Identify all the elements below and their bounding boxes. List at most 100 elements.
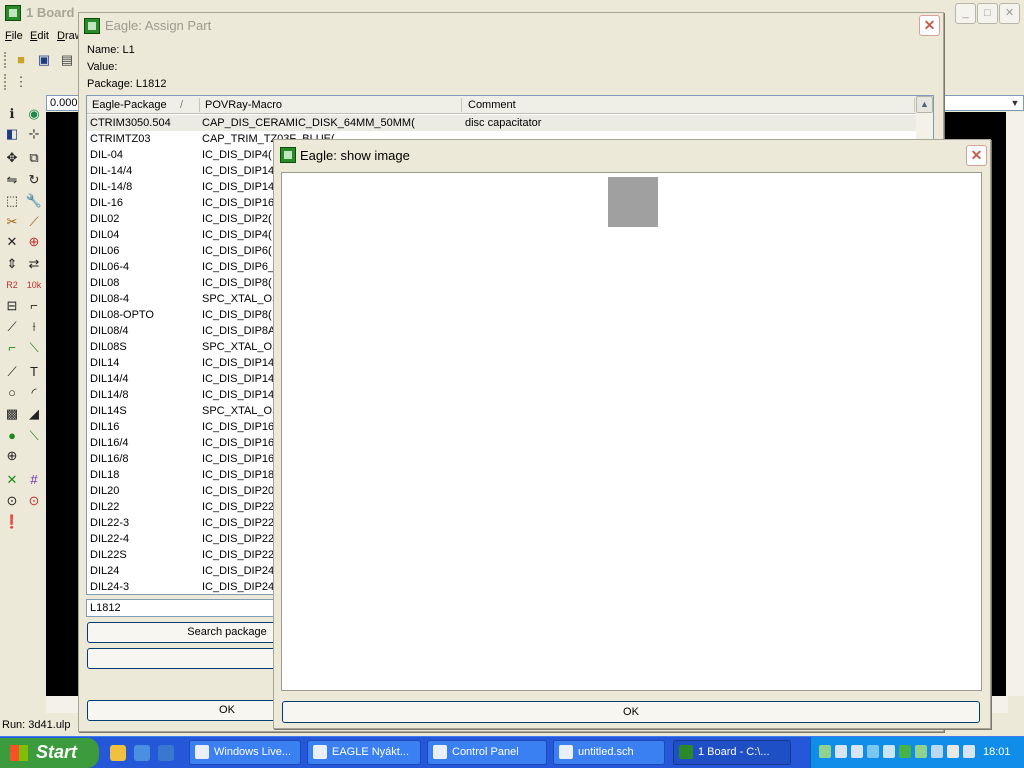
scroll-up-icon[interactable]: ▲ [916, 96, 933, 113]
task-untitled-sch[interactable]: untitled.sch [553, 740, 665, 765]
quicklaunch-clock-icon[interactable] [110, 745, 126, 761]
show-image-ok-button[interactable]: OK [282, 701, 980, 723]
split-icon[interactable]: ⟋ [2, 317, 22, 337]
start-button[interactable]: Start [0, 738, 99, 768]
polygon-icon[interactable]: ◢ [24, 404, 44, 424]
auto-router-icon[interactable]: # [24, 470, 44, 490]
via-icon[interactable]: ● [2, 426, 22, 446]
quicklaunch-ie-icon[interactable] [158, 745, 174, 761]
wire-icon[interactable]: ⟋ [2, 362, 22, 382]
mark-icon[interactable]: ⊹ [24, 124, 44, 144]
mirror-icon[interactable]: ⇋ [2, 170, 22, 190]
paste-icon[interactable]: ✂ [2, 212, 22, 232]
povray-macro-cell: IC_DIS_DIP14/ [202, 389, 278, 401]
network-tray-icon-2[interactable] [851, 745, 863, 758]
maximize-button[interactable]: □ [977, 3, 998, 24]
menu-edit[interactable]: Edit [30, 30, 49, 42]
show-image-close-button[interactable]: ✕ [966, 145, 987, 166]
eagle-package-cell: DIL22S [90, 549, 127, 561]
chevron-down-icon[interactable]: ▼ [1008, 97, 1022, 109]
name-icon[interactable]: R2 [2, 275, 22, 295]
system-clock[interactable]: 18:01 [983, 746, 1011, 758]
save-icon[interactable]: ▣ [35, 51, 53, 69]
task-label: EAGLE Nyákt... [332, 746, 410, 758]
list-row[interactable]: CTRIM3050.504 CAP_DIS_CERAMIC_DISK_64MM_5… [87, 115, 917, 131]
route-icon[interactable]: ⌐ [2, 338, 22, 358]
eagle-package-cell: DIL22 [90, 501, 120, 513]
grid-icon[interactable]: ⋮ [12, 73, 30, 91]
display-layers-icon[interactable]: ◧ [2, 124, 22, 144]
task-control-panel[interactable]: Control Panel [427, 740, 547, 765]
main-vertical-scrollbar[interactable] [1006, 112, 1024, 696]
task-1-board[interactable]: 1 Board - C:\... [673, 740, 791, 765]
quicklaunch-desktop-icon[interactable] [134, 745, 150, 761]
pinswap-icon[interactable]: ⇕ [2, 254, 22, 274]
copy-icon[interactable]: ⧉ [24, 148, 44, 168]
povray-macro-cell: IC_DIS_DIP6( [202, 245, 272, 257]
optimize-icon[interactable]: ⟊ [24, 317, 44, 337]
povray-macro-cell: IC_DIS_DIP14/ [202, 165, 278, 177]
package-search-field[interactable]: L1812 [86, 599, 286, 617]
close-button[interactable]: ✕ [999, 3, 1020, 24]
ratsnest-icon[interactable]: ✕ [2, 470, 22, 490]
task-eagle-nyakt[interactable]: EAGLE Nyákt... [307, 740, 421, 765]
smash-icon[interactable]: ⊟ [2, 296, 22, 316]
eagle-package-cell: DIL08-4 [90, 293, 130, 305]
rect-icon[interactable]: ▩ [2, 404, 22, 424]
value-icon[interactable]: 10k [24, 275, 44, 295]
circle-icon[interactable]: ○ [2, 383, 22, 403]
task-windows-live[interactable]: Windows Live... [189, 740, 301, 765]
ripup-icon[interactable]: ⟍ [24, 338, 44, 358]
miter-icon[interactable]: ⌐ [24, 296, 44, 316]
povray-macro-cell: IC_DIS_DIP2( [202, 213, 272, 225]
eagle-board-icon [679, 745, 693, 759]
povray-macro-cell: IC_DIS_DIP8( [202, 309, 272, 321]
arc-icon[interactable]: ◜ [24, 383, 44, 403]
povray-macro-cell: SPC_XTAL_OS [202, 293, 280, 305]
povray-macro-cell: IC_DIS_DIP22( [202, 501, 278, 513]
info-icon[interactable]: ℹ [2, 104, 22, 124]
eagle-app-icon [84, 18, 100, 34]
column-comment[interactable]: Comment [468, 99, 516, 111]
column-eagle-package[interactable]: Eagle-Package [92, 99, 167, 111]
change-wrench-icon[interactable]: 🔧 [24, 191, 44, 211]
add-part-icon[interactable]: ⊕ [24, 232, 44, 252]
security-tray-icon[interactable] [915, 745, 927, 758]
erc-icon[interactable]: ⊙ [2, 491, 22, 511]
group-icon[interactable]: ⬚ [2, 191, 22, 211]
text-icon[interactable]: T [24, 362, 44, 382]
sort-indicator-icon: / [180, 99, 184, 111]
bluetooth-tray-icon[interactable] [883, 745, 895, 758]
move-icon[interactable]: ✥ [2, 148, 22, 168]
search-package-label: Search package [187, 626, 267, 638]
povray-macro-cell: IC_DIS_DIP16( [202, 197, 278, 209]
column-povray-macro[interactable]: POVRay-Macro [205, 99, 282, 111]
hole-icon[interactable]: ⊕ [2, 446, 22, 466]
minimize-button[interactable]: _ [955, 3, 976, 24]
signal-icon[interactable]: ⟍ [24, 426, 44, 446]
menubar: File Edit Draw [0, 27, 83, 46]
eagle-package-cell: DIL16/8 [90, 453, 129, 465]
update-tray-icon[interactable] [899, 745, 911, 758]
replace-icon[interactable]: ⇄ [24, 254, 44, 274]
network-tray-icon[interactable] [835, 745, 847, 758]
command-line-input[interactable]: ▼ [940, 95, 1024, 111]
volume-tray-icon[interactable] [947, 745, 959, 758]
drc-icon[interactable]: ⊙ [24, 491, 44, 511]
povray-macro-cell: IC_DIS_DIP22( [202, 533, 278, 545]
errors-icon[interactable]: ❗ [2, 512, 22, 532]
show-eye-icon[interactable]: ◉ [24, 104, 44, 124]
povray-macro-cell: IC_DIS_DIP8( [202, 277, 272, 289]
open-folder-icon[interactable]: ■ [12, 51, 30, 69]
display-tray-icon[interactable] [931, 745, 943, 758]
eagle-package-cell: DIL14/8 [90, 389, 129, 401]
rotate-icon[interactable]: ↻ [24, 170, 44, 190]
print-icon[interactable]: ▤ [58, 51, 76, 69]
assign-close-button[interactable]: ✕ [919, 15, 940, 36]
messenger-tray-icon[interactable] [819, 745, 831, 758]
media-tray-icon[interactable] [867, 745, 879, 758]
menu-file[interactable]: File [5, 30, 23, 42]
usb-tray-icon[interactable] [963, 745, 975, 758]
cut-icon[interactable]: ⟋ [24, 212, 44, 232]
delete-icon[interactable]: ✕ [2, 232, 22, 252]
